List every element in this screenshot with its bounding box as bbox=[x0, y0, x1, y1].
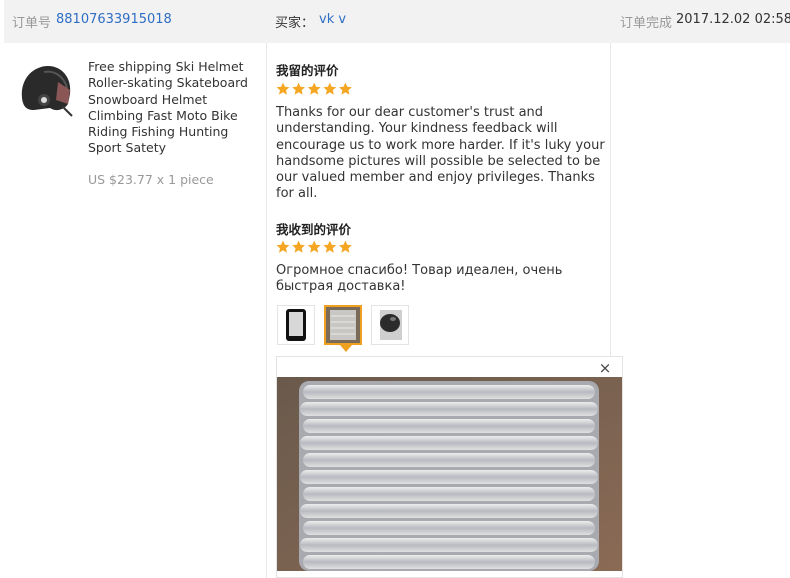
review-photo-thumb-3[interactable] bbox=[371, 305, 409, 345]
my-feedback-rating bbox=[276, 82, 354, 96]
star-icon bbox=[276, 82, 290, 95]
star-icon bbox=[292, 240, 305, 253]
star-icon bbox=[323, 82, 337, 95]
star-icon bbox=[339, 240, 352, 253]
air-bubble-packaging-photo bbox=[277, 377, 622, 571]
received-feedback-rating bbox=[276, 240, 354, 254]
order-id-label: 订单号 bbox=[12, 16, 52, 31]
my-feedback-text: Thanks for our dear customer's trust and… bbox=[276, 105, 605, 202]
order-status-label: 订单完成 bbox=[620, 16, 673, 31]
star-icon bbox=[307, 82, 321, 95]
order-id-link[interactable]: 88107633915018 bbox=[56, 12, 172, 27]
active-photo-caret bbox=[340, 345, 352, 352]
buyer-link[interactable]: vk v bbox=[319, 12, 346, 27]
product-thumbnail[interactable] bbox=[14, 60, 74, 120]
helmet-photo-icon bbox=[372, 306, 408, 344]
close-icon[interactable]: × bbox=[598, 360, 612, 376]
received-feedback-title: 我收到的评价 bbox=[276, 222, 352, 237]
phone-photo-icon bbox=[278, 306, 314, 344]
star-icon bbox=[323, 240, 337, 253]
order-completed-time: 2017.12.02 02:58 bbox=[676, 12, 790, 27]
column-divider bbox=[266, 43, 267, 578]
packaging-photo-icon bbox=[326, 307, 360, 343]
buyer-label: 买家： bbox=[275, 16, 315, 31]
order-header: 订单号 88107633915018 买家： vk v 订单完成 2017.12… bbox=[4, 0, 790, 43]
received-feedback-text: Огромное спасибо! Товар идеален, очень б… bbox=[276, 263, 563, 295]
star-icon bbox=[276, 240, 290, 253]
star-icon bbox=[339, 82, 352, 95]
star-icon bbox=[292, 82, 305, 95]
review-photo-thumb-2[interactable] bbox=[324, 305, 362, 345]
star-icon bbox=[307, 240, 321, 253]
product-price: US $23.77 x 1 piece bbox=[88, 172, 214, 187]
my-feedback-title: 我留的评价 bbox=[276, 63, 339, 78]
product-title-link[interactable]: Free shipping Ski Helmet Roller-skating … bbox=[88, 59, 260, 157]
review-photo-thumb-1[interactable] bbox=[277, 305, 315, 345]
